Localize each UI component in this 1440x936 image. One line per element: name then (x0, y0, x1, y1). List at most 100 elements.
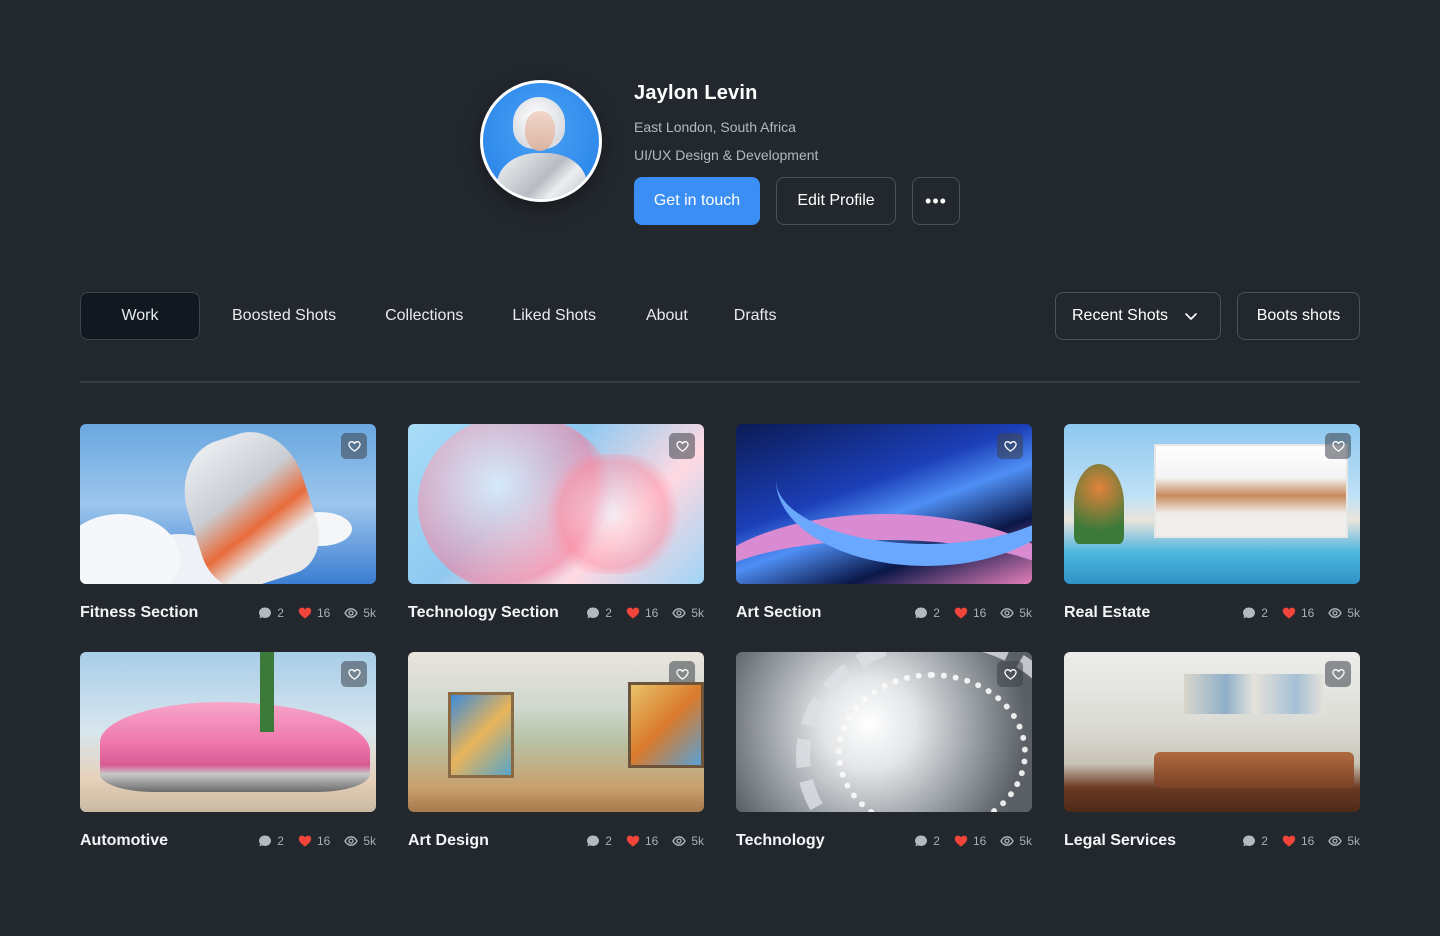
shot-card: Real Estate 2 16 5k (1064, 424, 1360, 622)
shot-card: Fitness Section 2 16 5k (80, 424, 376, 622)
heart-filled-icon (298, 607, 312, 619)
view-count: 5k (1019, 834, 1032, 848)
heart-outline-icon (347, 668, 361, 680)
shot-filters: Recent Shots Boots shots (1055, 292, 1360, 340)
tab-about[interactable]: About (646, 292, 688, 340)
tab-liked-shots[interactable]: Liked Shots (512, 292, 596, 340)
view-count: 5k (363, 834, 376, 848)
shot-stats: 2 16 5k (586, 606, 704, 620)
boots-shots-button[interactable]: Boots shots (1237, 292, 1360, 340)
comment-bubble-icon (259, 607, 272, 619)
heart-outline-icon (1331, 440, 1345, 452)
comment-count: 2 (277, 834, 284, 848)
heart-outline-icon (1331, 668, 1345, 680)
sort-dropdown[interactable]: Recent Shots (1055, 292, 1221, 340)
eye-icon (344, 836, 359, 846)
shots-grid: Fitness Section 2 16 5k Technology Secti… (80, 424, 1360, 850)
like-count: 16 (1300, 834, 1315, 848)
eye-icon (1328, 836, 1343, 846)
comment-bubble-icon (1243, 607, 1256, 619)
shot-thumbnail[interactable] (80, 424, 376, 584)
shot-card: Technology Section 2 16 5k (408, 424, 704, 622)
shot-thumbnail[interactable] (1064, 424, 1360, 584)
shot-card: Legal Services 2 16 5k (1064, 652, 1360, 850)
shot-card: Automotive 2 16 5k (80, 652, 376, 850)
avatar[interactable] (480, 80, 602, 202)
favorite-button[interactable] (669, 661, 695, 687)
like-count: 16 (316, 606, 331, 620)
shot-title[interactable]: Art Section (736, 604, 821, 622)
profile-actions: Get in touch Edit Profile ••• (634, 177, 960, 225)
shot-title[interactable]: Technology Section (408, 604, 559, 622)
view-count: 5k (1019, 606, 1032, 620)
shot-stats: 2 16 5k (258, 834, 376, 848)
profile-name: Jaylon Levin (634, 82, 758, 104)
shot-title[interactable]: Art Design (408, 832, 489, 850)
comment-count: 2 (605, 834, 612, 848)
tab-collections[interactable]: Collections (385, 292, 463, 340)
favorite-button[interactable] (1325, 433, 1351, 459)
shot-title[interactable]: Fitness Section (80, 604, 198, 622)
get-in-touch-button[interactable]: Get in touch (634, 177, 760, 225)
shot-thumbnail[interactable] (80, 652, 376, 812)
like-count: 16 (1300, 606, 1315, 620)
eye-icon (344, 608, 359, 618)
shot-title[interactable]: Automotive (80, 832, 168, 850)
shot-stats: 2 16 5k (1242, 834, 1360, 848)
shot-card: Art Design 2 16 5k (408, 652, 704, 850)
eye-icon (1000, 608, 1015, 618)
favorite-button[interactable] (341, 661, 367, 687)
edit-profile-button[interactable]: Edit Profile (776, 177, 896, 225)
comment-count: 2 (1261, 834, 1268, 848)
shot-title[interactable]: Legal Services (1064, 832, 1176, 850)
comment-count: 2 (277, 606, 284, 620)
favorite-button[interactable] (997, 433, 1023, 459)
comment-bubble-icon (1243, 835, 1256, 847)
eye-icon (672, 836, 687, 846)
like-count: 16 (644, 834, 659, 848)
tab-work[interactable]: Work (80, 292, 200, 340)
shot-stats: 2 16 5k (914, 834, 1032, 848)
shot-thumbnail[interactable] (408, 424, 704, 584)
favorite-button[interactable] (669, 433, 695, 459)
section-divider (80, 381, 1360, 383)
heart-filled-icon (954, 835, 968, 847)
shot-title[interactable]: Real Estate (1064, 604, 1150, 622)
view-count: 5k (691, 606, 704, 620)
heart-filled-icon (298, 835, 312, 847)
tab-drafts[interactable]: Drafts (734, 292, 777, 340)
shot-thumbnail[interactable] (1064, 652, 1360, 812)
shot-stats: 2 16 5k (1242, 606, 1360, 620)
shot-stats: 2 16 5k (258, 606, 376, 620)
chevron-down-icon (1185, 313, 1197, 320)
comment-bubble-icon (587, 835, 600, 847)
shot-card: Art Section 2 16 5k (736, 424, 1032, 622)
profile-header: Jaylon Levin East London, South Africa U… (480, 80, 960, 225)
shot-card: Technology 2 16 5k (736, 652, 1032, 850)
shot-thumbnail[interactable] (408, 652, 704, 812)
comment-bubble-icon (259, 835, 272, 847)
like-count: 16 (316, 834, 331, 848)
comment-count: 2 (933, 834, 940, 848)
favorite-button[interactable] (341, 433, 367, 459)
eye-icon (672, 608, 687, 618)
view-count: 5k (1347, 606, 1360, 620)
tab-boosted-shots[interactable]: Boosted Shots (232, 292, 336, 340)
comment-count: 2 (1261, 606, 1268, 620)
profile-role: UI/UX Design & Development (634, 147, 819, 163)
comment-bubble-icon (915, 607, 928, 619)
heart-outline-icon (675, 668, 689, 680)
shot-thumbnail[interactable] (736, 424, 1032, 584)
comment-bubble-icon (587, 607, 600, 619)
comment-bubble-icon (915, 835, 928, 847)
comment-count: 2 (933, 606, 940, 620)
favorite-button[interactable] (997, 661, 1023, 687)
profile-location: East London, South Africa (634, 119, 796, 135)
sort-dropdown-value: Recent Shots (1072, 307, 1169, 324)
more-options-button[interactable]: ••• (912, 177, 960, 225)
shot-thumbnail[interactable] (736, 652, 1032, 812)
shot-title[interactable]: Technology (736, 832, 825, 850)
heart-filled-icon (626, 835, 640, 847)
favorite-button[interactable] (1325, 661, 1351, 687)
profile-info: Jaylon Levin East London, South Africa U… (634, 80, 960, 225)
